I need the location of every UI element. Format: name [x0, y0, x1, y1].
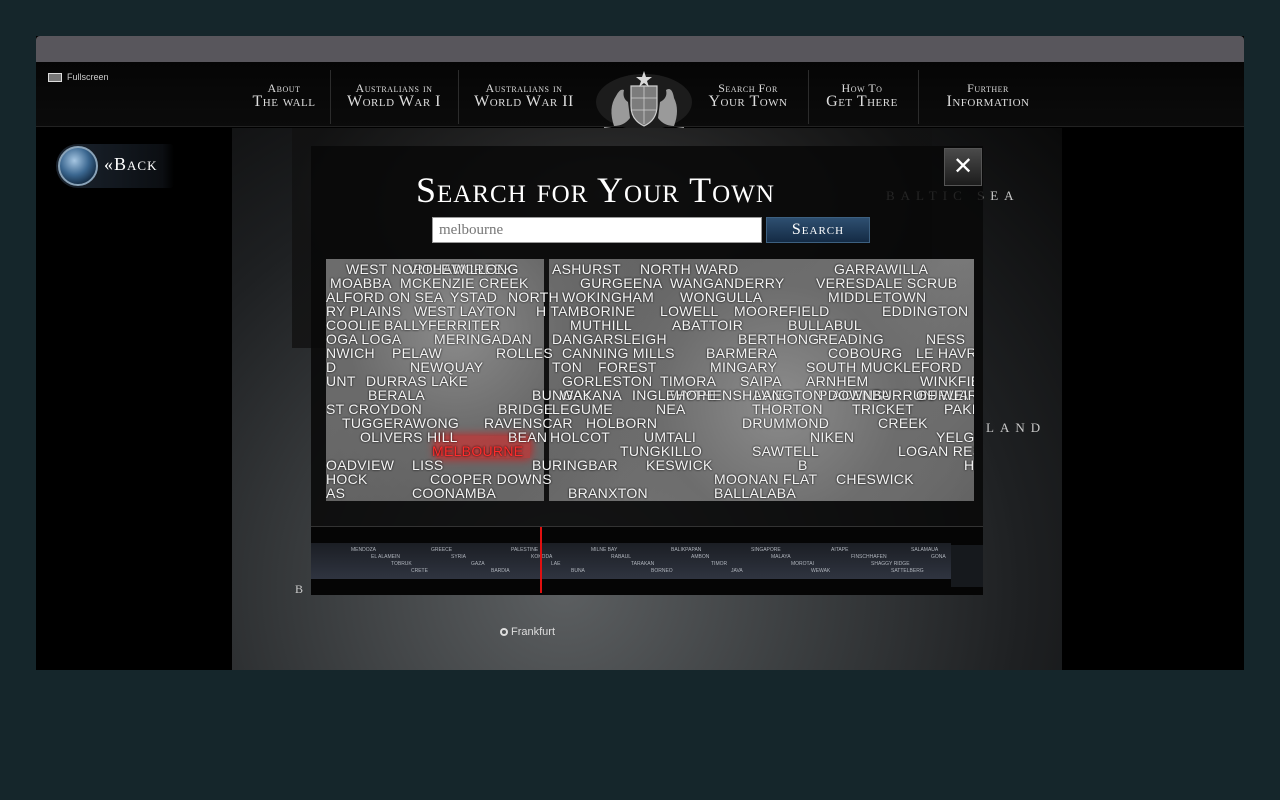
nav-divider [918, 70, 919, 124]
timeline-battle-label[interactable]: BALIKPAPAN [671, 547, 701, 553]
nav-line2: Get There [826, 93, 898, 110]
timeline-battle-label[interactable]: BUNA [571, 568, 585, 574]
wall-town-name[interactable]: EDDINGTON [882, 303, 968, 319]
nav-further-information[interactable]: Further Information [930, 82, 1046, 110]
timeline-battle-label[interactable]: TIMOR [711, 561, 727, 567]
wall-town-name[interactable]: NEA [656, 401, 686, 417]
wall-town-name[interactable]: HOYA [964, 457, 974, 473]
timeline-battle-label[interactable]: TARAKAN [631, 561, 654, 567]
timeline-position-marker[interactable] [540, 527, 542, 593]
nav-line2: World War I [347, 93, 441, 110]
top-navigation: Fullscreen About The wall Australians in… [36, 62, 1244, 132]
search-title: Search for Your Town [416, 170, 775, 210]
timeline-battle-label[interactable]: RABAUL [611, 554, 631, 560]
fullscreen-toggle[interactable]: Fullscreen [48, 72, 109, 82]
timeline-battle-label[interactable]: JAVA [731, 568, 743, 574]
timeline-battle-label[interactable]: CRETE [411, 568, 428, 574]
timeline-battle-label[interactable]: PALESTINE [511, 547, 538, 553]
timeline-battle-label[interactable]: GAZA [471, 561, 485, 567]
wall-town-name[interactable]: HOLCOT [550, 429, 610, 445]
globe-icon [58, 146, 98, 186]
wall-town-name[interactable]: LOGAN RESERVE [898, 443, 974, 459]
wall-town-name[interactable]: CREEK [878, 415, 928, 431]
timeline-battle-label[interactable]: BARDIA [491, 568, 510, 574]
nav-australians-ww2[interactable]: Australians in World War II [466, 82, 582, 110]
timeline-band: MENDOZA EL ALAMEIN TOBRUK CRETE GREECE SYRIA G… [311, 543, 951, 579]
wall-town-name[interactable]: ABATTOIR [672, 317, 743, 333]
nav-line2: World War II [474, 93, 574, 110]
frankfurt-label: Frankfurt [511, 626, 556, 638]
wall-town-name[interactable]: BRANXTON [568, 485, 648, 501]
wall-town-name[interactable]: BALLALABA [714, 485, 796, 501]
timeline-battle-label[interactable]: LAE [551, 561, 560, 567]
wall-town-name[interactable]: AS [326, 485, 345, 501]
nav-divider [330, 70, 331, 124]
timeline-battle-label[interactable]: SINGAPORE [751, 547, 781, 553]
back-label: «Back [104, 154, 158, 174]
timeline-battle-label[interactable]: SHAGGY RIDGE [871, 561, 910, 567]
timeline-battle-label[interactable]: FINSCHHAFEN [851, 554, 887, 560]
nav-line2: Information [946, 93, 1030, 110]
timeline-end-cap [951, 545, 983, 587]
nav-about-the-wall[interactable]: About The wall [244, 82, 324, 110]
nav-line2: Your Town [708, 93, 788, 110]
search-button[interactable]: Search [766, 217, 870, 243]
nav-line2: The wall [252, 93, 316, 110]
town-search-input[interactable] [432, 217, 762, 243]
timeline-battle-label[interactable]: EL ALAMEIN [371, 554, 400, 560]
wall-town-name[interactable]: PAKENHAM UPPER [944, 401, 974, 417]
battle-timeline[interactable]: MENDOZA EL ALAMEIN TOBRUK CRETE GREECE SYRIA G… [311, 526, 983, 595]
nav-search-for-your-town[interactable]: Search For Your Town [698, 82, 798, 110]
timeline-battle-label[interactable]: MALAYA [771, 554, 791, 560]
title-bar [36, 36, 1244, 62]
timeline-battle-label[interactable]: SALAMAUA [911, 547, 938, 553]
nav-australians-ww1[interactable]: Australians in World War I [338, 82, 450, 110]
wall-town-name[interactable]: ROLLES [496, 345, 553, 361]
wall-town-name[interactable]: KESWICK [646, 457, 713, 473]
map-marker-frankfurt[interactable]: Frankfurt [500, 626, 555, 638]
back-button[interactable]: «Back [56, 144, 174, 188]
timeline-battle-label[interactable]: GONA [931, 554, 946, 560]
nav-divider [808, 70, 809, 124]
timeline-battle-label[interactable]: SATTELBERG [891, 568, 924, 574]
nav-divider [458, 70, 459, 124]
timeline-battle-label[interactable]: GREECE [431, 547, 452, 553]
map-label-land: land [986, 420, 1047, 435]
wall-town-name[interactable]: COONAMBA [412, 485, 496, 501]
app-frame: Fullscreen About The wall Australians in… [36, 36, 1244, 670]
timeline-battle-label[interactable]: TOBRUK [391, 561, 412, 567]
timeline-battle-label[interactable]: BORNEO [651, 568, 673, 574]
timeline-battle-label[interactable]: AMBON [691, 554, 709, 560]
timeline-battle-label[interactable]: WEWAK [811, 568, 830, 574]
timeline-battle-label[interactable]: MOROTAI [791, 561, 814, 567]
memorial-wall-panel[interactable]: WEST NORTHAM VIOLET CREEK WILLONG MOABBA MCK… [326, 259, 974, 501]
timeline-battle-label[interactable]: MILNE BAY [591, 547, 617, 553]
timeline-battle-label[interactable]: AITAPE [831, 547, 848, 553]
fullscreen-label: Fullscreen [67, 72, 109, 82]
wall-town-name[interactable]: CHESWICK [836, 471, 914, 487]
wall-town-name[interactable]: UNT [326, 373, 356, 389]
fullscreen-icon [48, 72, 62, 82]
coat-of-arms-logo [596, 71, 692, 132]
timeline-battle-label[interactable]: MENDOZA [351, 547, 376, 553]
wall-town-name[interactable]: MELBOURNE [432, 443, 523, 459]
wall-town-name[interactable]: SAWTELL [752, 443, 819, 459]
close-button[interactable]: ✕ [944, 148, 982, 186]
timeline-battle-label[interactable]: SYRIA [451, 554, 466, 560]
map-label-edge: B [295, 582, 304, 596]
nav-how-to-get-there[interactable]: How To Get There [818, 82, 906, 110]
location-dot-icon [500, 628, 508, 636]
